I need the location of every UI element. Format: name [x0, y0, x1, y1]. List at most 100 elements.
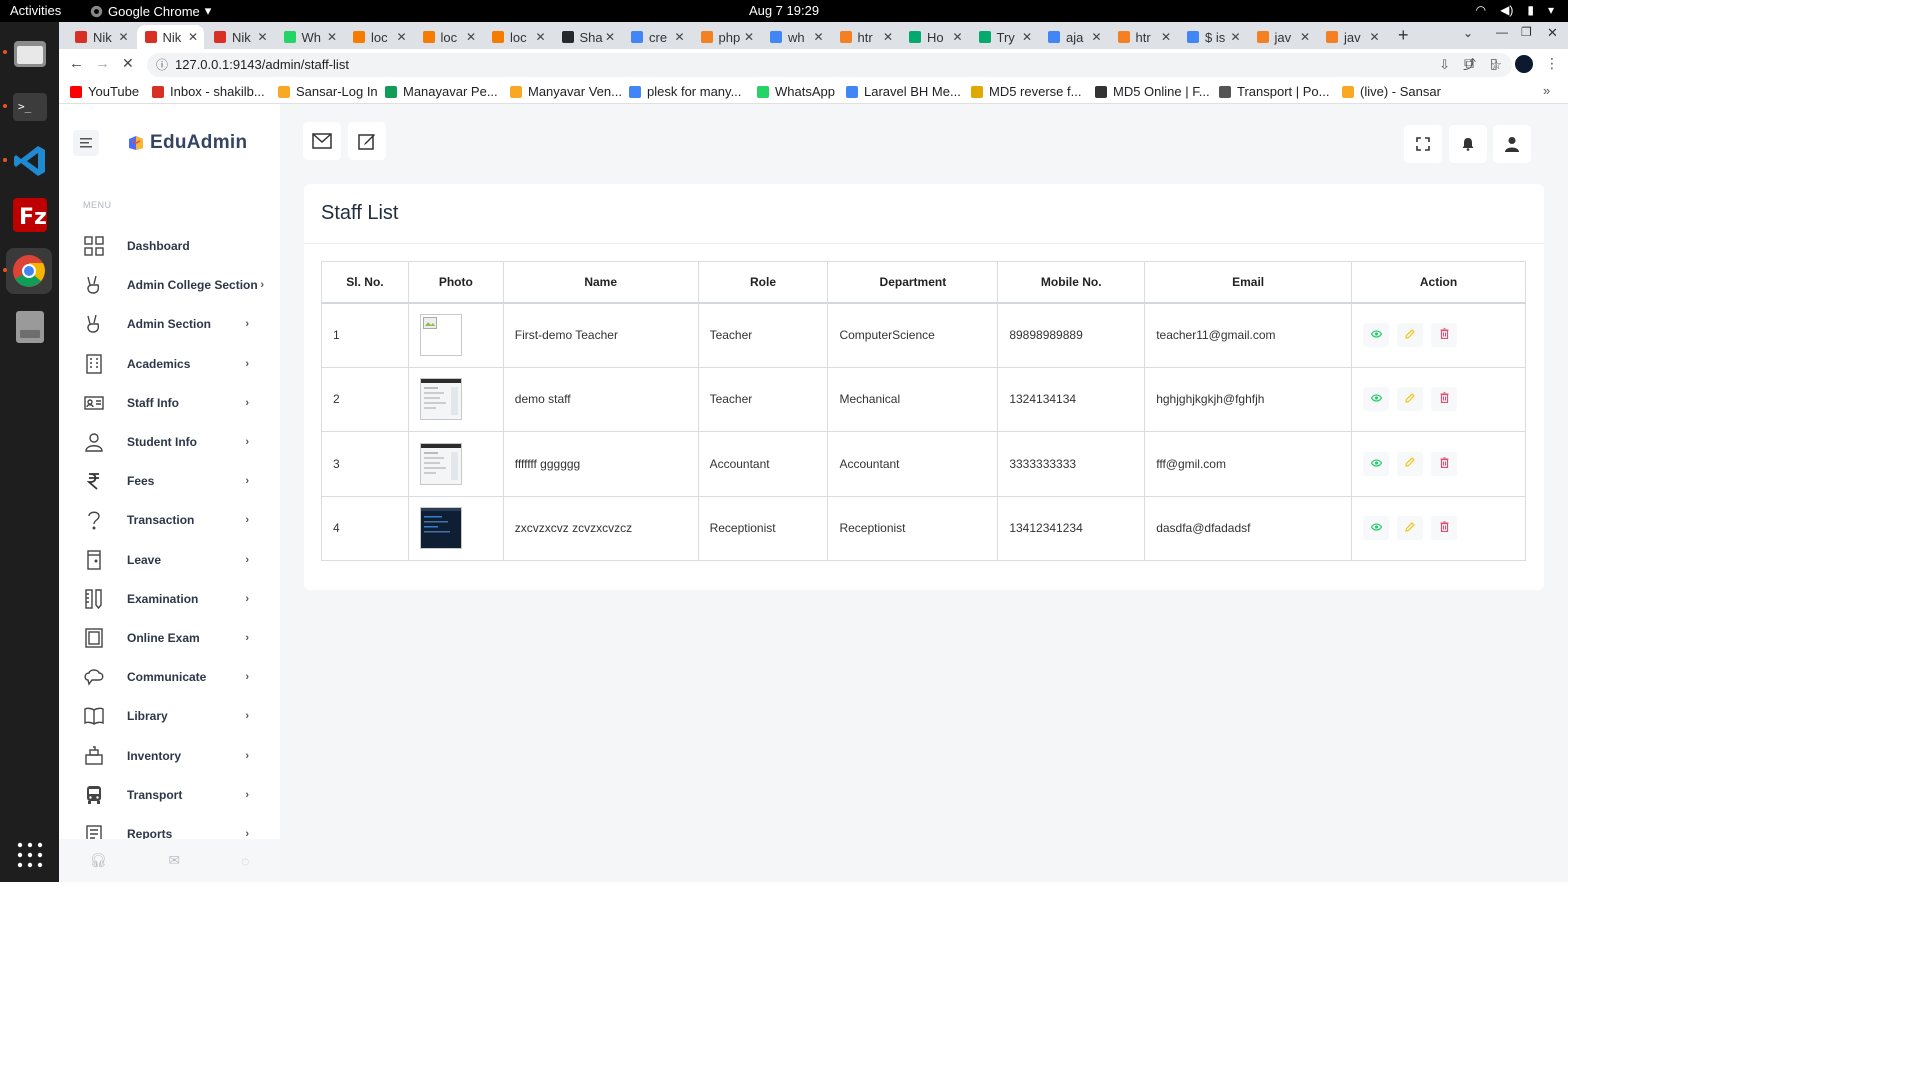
close-tab-icon[interactable]: ✕ — [883, 30, 893, 44]
delete-button[interactable] — [1431, 451, 1458, 476]
close-tab-icon[interactable]: ✕ — [396, 30, 406, 44]
tab-12[interactable]: htr ✕ — [832, 25, 900, 49]
tab-6[interactable]: loc ✕ — [415, 25, 483, 49]
maximize-button[interactable]: ❐ — [1521, 25, 1532, 39]
back-icon[interactable]: ← — [69, 55, 84, 72]
tab-19[interactable]: jav ✕ — [1318, 25, 1386, 49]
delete-button[interactable] — [1431, 516, 1458, 541]
close-tab-icon[interactable]: ✕ — [1091, 30, 1101, 44]
brand[interactable]: EduAdmin — [128, 132, 247, 154]
edit-button[interactable] — [1397, 323, 1424, 347]
more-bookmarks-icon[interactable]: » — [1543, 83, 1550, 98]
bookmark-item[interactable]: YouTube — [70, 84, 139, 99]
bookmark-item[interactable]: MD5 Online | F... — [1095, 84, 1210, 99]
profile-avatar[interactable] — [1515, 55, 1533, 73]
close-tab-icon[interactable]: ✕ — [1369, 30, 1379, 44]
address-bar[interactable]: ⓘ 127.0.0.1:9143/admin/staff-list ⇩ ⤴ ☆ — [147, 53, 1512, 77]
chrome-dock-icon[interactable] — [6, 248, 52, 294]
tab-4[interactable]: Wh ✕ — [276, 25, 344, 49]
tab-11[interactable]: wh ✕ — [762, 25, 830, 49]
sidebar-item-examination[interactable]: Examination › — [83, 584, 263, 614]
bookmark-item[interactable]: Transport | Po... — [1219, 84, 1330, 99]
view-button[interactable] — [1363, 387, 1390, 412]
view-button[interactable] — [1363, 516, 1390, 541]
close-tab-icon[interactable]: ✕ — [118, 30, 128, 44]
sidebar-item-online-exam[interactable]: Online Exam › — [83, 623, 263, 653]
tab-17[interactable]: $ is ✕ — [1179, 25, 1247, 49]
close-tab-icon[interactable]: ✕ — [1161, 30, 1171, 44]
minimize-button[interactable]: — — [1496, 25, 1508, 39]
site-info-icon[interactable]: ⓘ — [156, 53, 168, 77]
mail-icon[interactable]: ✉ — [168, 852, 180, 869]
sidebar-item-inventory[interactable]: Inventory › — [83, 741, 263, 771]
sidebar-item-communicate[interactable]: Communicate › — [83, 662, 263, 692]
delete-button[interactable] — [1431, 387, 1458, 412]
edit-button[interactable] — [1397, 387, 1424, 412]
filezilla-icon[interactable]: Fz — [9, 194, 51, 236]
edit-button[interactable] — [1397, 516, 1424, 541]
compose-mail-button[interactable] — [303, 122, 341, 160]
bookmark-item[interactable]: MD5 reverse f... — [971, 84, 1081, 99]
whatsapp-icon[interactable]: ◌ — [241, 853, 249, 869]
headset-icon[interactable]: 🎧︎ — [90, 852, 108, 869]
close-tab-icon[interactable]: ✕ — [744, 30, 754, 44]
bookmark-item[interactable]: plesk for many... — [629, 84, 741, 99]
view-button[interactable] — [1363, 323, 1390, 347]
system-tray[interactable]: ◠ ◀) ▮ ▾ — [1476, 3, 1554, 17]
close-tab-icon[interactable]: ✕ — [674, 30, 684, 44]
tab-3[interactable]: Nik ✕ — [206, 25, 274, 49]
close-tab-icon[interactable]: ✕ — [605, 30, 615, 44]
tab-14[interactable]: Try ✕ — [971, 25, 1039, 49]
clock[interactable]: Aug 7 19:29 — [0, 3, 1568, 18]
close-tab-icon[interactable]: ✕ — [1300, 30, 1310, 44]
stop-loading-icon[interactable]: ✕ — [122, 55, 134, 72]
close-tab-icon[interactable]: ✕ — [952, 30, 962, 44]
tab-13[interactable]: Ho ✕ — [901, 25, 969, 49]
bookmark-item[interactable]: Laravel BH Me... — [846, 84, 961, 99]
tab-8[interactable]: Sha ✕ — [554, 25, 622, 49]
sidebar-item-transport[interactable]: Transport › — [83, 780, 263, 810]
close-window-button[interactable]: ✕ — [1547, 25, 1558, 41]
bookmark-item[interactable]: WhatsApp — [757, 84, 835, 99]
close-tab-icon[interactable]: ✕ — [188, 30, 198, 44]
tab-5[interactable]: loc ✕ — [345, 25, 413, 49]
sidebar-item-library[interactable]: Library › — [83, 701, 263, 731]
files-icon[interactable] — [9, 32, 51, 74]
bookmark-item[interactable]: Manayavar Pe... — [385, 84, 498, 99]
edit-note-button[interactable] — [348, 122, 386, 160]
tab-16[interactable]: htr ✕ — [1110, 25, 1178, 49]
sidebar-item-dashboard[interactable]: Dashboard — [83, 231, 263, 261]
close-tab-icon[interactable]: ✕ — [257, 30, 267, 44]
bookmark-item[interactable]: Sansar-Log In — [278, 84, 378, 99]
bookmark-item[interactable]: Inbox - shakilb... — [152, 84, 265, 99]
bookmark-item[interactable]: (live) - Sansar — [1342, 84, 1441, 99]
sidebar-item-staff-info[interactable]: Staff Info › — [83, 388, 263, 418]
delete-button[interactable] — [1431, 323, 1458, 347]
tab-9[interactable]: cre ✕ — [623, 25, 691, 49]
side-panel-icon[interactable]: ▯ — [1490, 55, 1498, 72]
tab-18[interactable]: jav ✕ — [1249, 25, 1317, 49]
notifications-button[interactable] — [1449, 125, 1487, 163]
hamburger-menu-icon[interactable] — [73, 130, 99, 156]
user-profile-button[interactable] — [1493, 125, 1531, 163]
drive-icon[interactable] — [9, 306, 51, 348]
tab-10[interactable]: php ✕ — [693, 25, 761, 49]
sidebar-item-admin-college-section[interactable]: Admin College Section › — [83, 270, 264, 300]
show-apps-icon[interactable] — [17, 842, 43, 868]
sidebar-item-leave[interactable]: Leave › — [83, 545, 263, 575]
sidebar-item-academics[interactable]: Academics › — [83, 349, 263, 379]
close-tab-icon[interactable]: ✕ — [327, 30, 337, 44]
sidebar-item-fees[interactable]: Fees › — [83, 466, 263, 496]
chrome-menu-icon[interactable]: ⋮ — [1545, 55, 1559, 72]
tab-search-button[interactable]: ⌄ — [1463, 26, 1473, 40]
sidebar-item-admin-section[interactable]: Admin Section › — [83, 309, 263, 339]
edit-button[interactable] — [1397, 451, 1424, 476]
sidebar-item-student-info[interactable]: Student Info › — [83, 427, 263, 457]
new-tab-button[interactable]: + — [1398, 25, 1409, 46]
install-app-icon[interactable]: ⇩ — [1439, 53, 1450, 77]
close-tab-icon[interactable]: ✕ — [1230, 30, 1240, 44]
close-tab-icon[interactable]: ✕ — [535, 30, 545, 44]
forward-icon[interactable]: → — [95, 55, 110, 72]
tab-2[interactable]: Nik ✕ — [136, 25, 204, 49]
vscode-icon[interactable] — [9, 140, 51, 182]
